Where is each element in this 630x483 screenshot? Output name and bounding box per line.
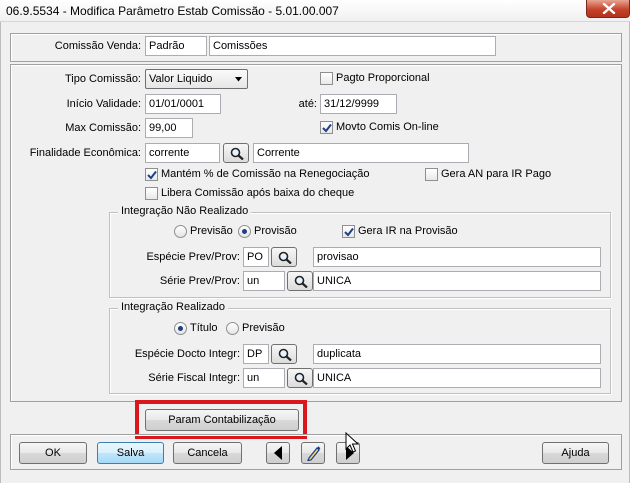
movto-comis-label: Movto Comis On-line	[336, 121, 439, 133]
close-button[interactable]	[586, 0, 630, 18]
pagto-proporcional-checkbox[interactable]	[320, 72, 333, 85]
integ-nao-realizado-title: Integração Não Realizado	[118, 205, 252, 217]
libera-label: Libera Comissão após baixa do cheque	[161, 187, 355, 199]
comissao-code-field[interactable]: Padrão	[145, 36, 207, 56]
serie-prev-desc-field[interactable]: UNICA	[313, 271, 601, 291]
ate-field[interactable]: 31/12/9999	[320, 94, 397, 114]
dropdown-arrow-icon	[235, 77, 242, 82]
especie-docto-label: Espécie Docto Integr:	[134, 348, 240, 360]
serie-fiscal-code-field[interactable]: un	[243, 368, 285, 388]
salva-button[interactable]: Salva	[97, 442, 164, 464]
especie-docto-lookup-button[interactable]	[271, 344, 297, 364]
serie-prev-code-field[interactable]: un	[243, 271, 285, 291]
search-icon	[278, 251, 292, 264]
libera-checkbox[interactable]	[145, 187, 158, 200]
serie-prev-lookup-button[interactable]	[287, 271, 313, 291]
gera-an-checkbox[interactable]	[425, 168, 438, 181]
pagto-proporcional-label: Pagto Proporcional	[336, 72, 430, 84]
serie-fiscal-desc-field[interactable]: UNICA	[313, 368, 601, 388]
comissao-venda-label: Comissão Venda:	[54, 40, 141, 52]
radio-previsao-realizado-label: Previsão	[242, 322, 285, 334]
search-icon	[294, 372, 308, 385]
header-panel: Comissão Venda: Padrão Comissões	[10, 33, 622, 62]
pencil-icon	[307, 446, 321, 461]
integ-realizado-group: Integração Realizado Título Previsão Esp…	[109, 301, 611, 394]
checkmark-icon	[344, 227, 354, 237]
especie-prev-code-field[interactable]: PO	[243, 247, 269, 267]
radio-previsao-realizado[interactable]	[226, 322, 239, 335]
tipo-comissao-value: Valor Liquido	[149, 73, 213, 85]
integ-realizado-title: Integração Realizado	[118, 301, 228, 313]
search-icon	[294, 275, 308, 288]
footer-panel: OK Salva Cancela Ajuda	[10, 434, 622, 470]
mantem-label: Mantém % de Comissão na Renegociação	[161, 168, 370, 180]
search-icon	[230, 147, 244, 160]
movto-comis-checkbox[interactable]	[320, 121, 333, 134]
title-bar: 06.9.5534 - Modifica Parâmetro Estab Com…	[0, 0, 630, 22]
radio-provisao[interactable]	[238, 225, 251, 238]
especie-docto-desc-field[interactable]: duplicata	[313, 344, 601, 364]
previous-button[interactable]	[266, 442, 290, 464]
param-contabilizacao-button[interactable]: Param Contabilização	[145, 409, 299, 431]
radio-provisao-label: Provisão	[254, 225, 297, 237]
cancela-button[interactable]: Cancela	[173, 442, 242, 464]
arrow-left-icon	[274, 446, 282, 460]
radio-titulo-label: Título	[190, 322, 218, 334]
close-icon	[602, 3, 616, 14]
tipo-comissao-select[interactable]: Valor Liquido	[145, 69, 248, 89]
edit-button[interactable]	[301, 442, 325, 464]
ate-label: até:	[298, 98, 317, 110]
ajuda-button[interactable]: Ajuda	[542, 442, 609, 464]
especie-prev-lookup-button[interactable]	[271, 247, 297, 267]
checkmark-icon	[147, 170, 157, 180]
search-icon	[278, 348, 292, 361]
finalidade-code-field[interactable]: corrente	[145, 143, 220, 163]
serie-prev-label: Série Prev/Prov:	[159, 275, 240, 287]
gera-ir-checkbox[interactable]	[342, 225, 355, 238]
gera-ir-label: Gera IR na Provisão	[358, 225, 458, 237]
ok-button[interactable]: OK	[19, 442, 87, 464]
radio-previsao-label: Previsão	[190, 225, 233, 237]
max-comissao-field[interactable]: 99,00	[145, 118, 193, 138]
serie-fiscal-lookup-button[interactable]	[287, 368, 313, 388]
checkmark-icon	[322, 123, 332, 133]
inicio-validade-field[interactable]: 01/01/0001	[145, 94, 221, 114]
dialog-body: Comissão Venda: Padrão Comissões Tipo Co…	[0, 22, 630, 483]
tipo-comissao-label: Tipo Comissão:	[64, 73, 141, 85]
max-comissao-label: Max Comissão:	[65, 122, 141, 134]
window-title: 06.9.5534 - Modifica Parâmetro Estab Com…	[6, 4, 339, 18]
radio-titulo[interactable]	[174, 322, 187, 335]
main-panel: Tipo Comissão: Valor Liquido Pagto Propo…	[10, 64, 622, 402]
radio-previsao[interactable]	[174, 225, 187, 238]
especie-prev-label: Espécie Prev/Prov:	[146, 251, 240, 263]
mouse-cursor-icon	[345, 432, 359, 453]
finalidade-desc-field[interactable]: Corrente	[253, 143, 469, 163]
comissao-desc-field[interactable]: Comissões	[209, 36, 496, 56]
mantem-checkbox[interactable]	[145, 168, 158, 181]
finalidade-lookup-button[interactable]	[223, 143, 249, 163]
especie-prev-desc-field[interactable]: provisao	[313, 247, 601, 267]
gera-an-label: Gera AN para IR Pago	[441, 168, 552, 180]
finalidade-label: Finalidade Econômica:	[29, 147, 141, 159]
especie-docto-code-field[interactable]: DP	[243, 344, 269, 364]
integ-nao-realizado-group: Integração Não Realizado Previsão Provis…	[109, 205, 611, 298]
inicio-validade-label: Início Validade:	[66, 98, 141, 110]
serie-fiscal-label: Série Fiscal Integr:	[148, 372, 240, 384]
